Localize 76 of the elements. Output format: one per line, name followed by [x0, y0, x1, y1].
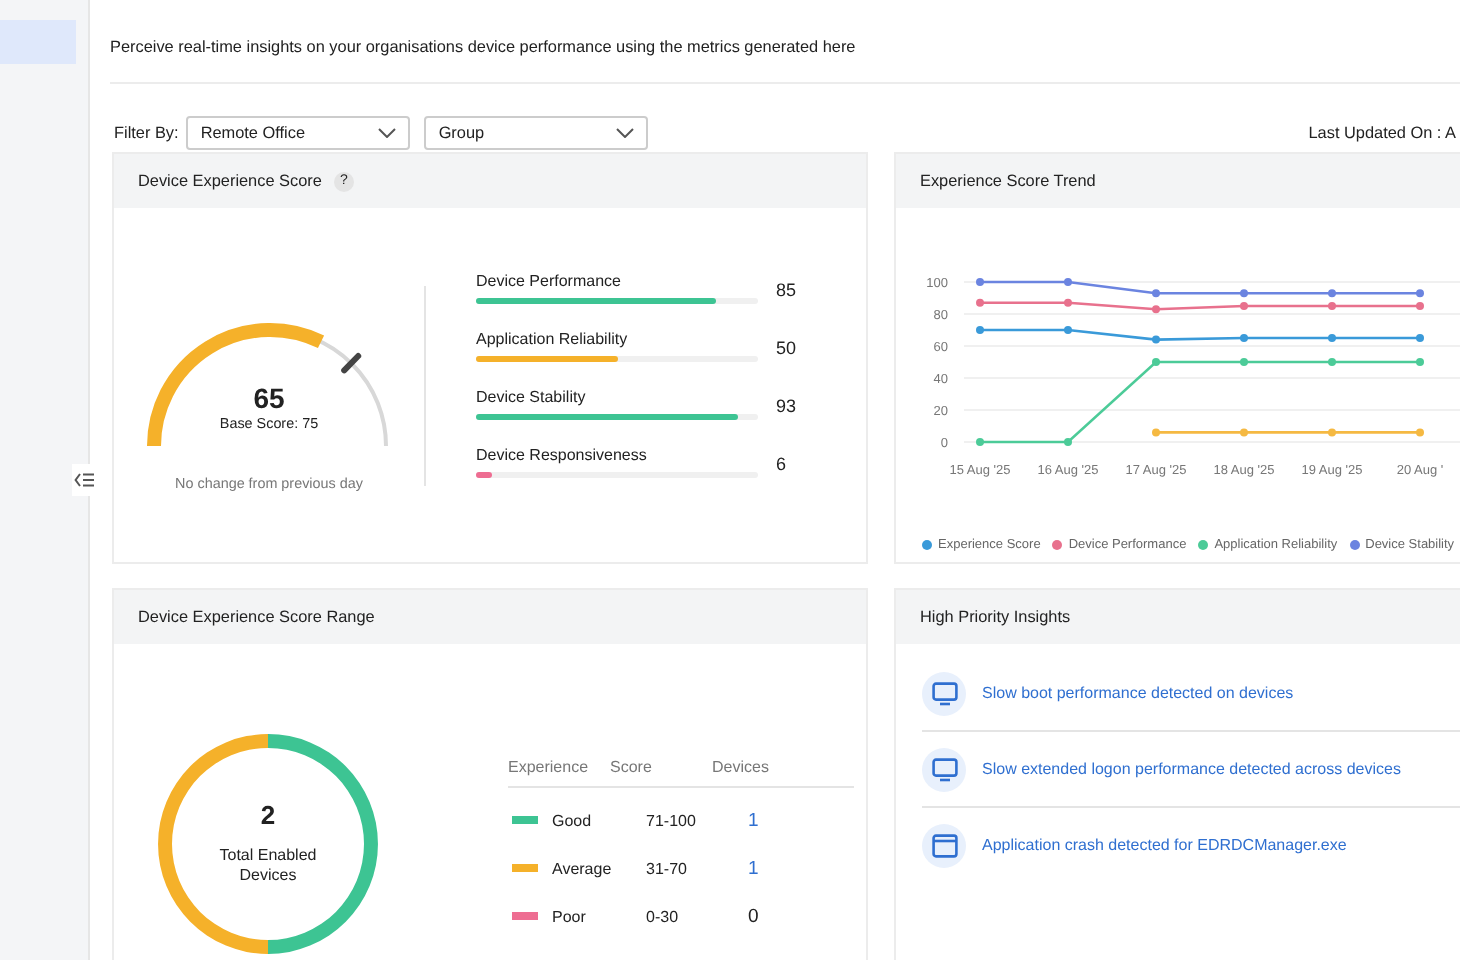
metric-value: 6	[776, 454, 787, 474]
window-icon	[922, 823, 966, 867]
point	[1416, 289, 1424, 298]
point	[1240, 334, 1248, 342]
legend-swatch	[512, 864, 538, 872]
dropdown-field[interactable]: Remote Office	[186, 116, 411, 150]
point	[1328, 289, 1336, 298]
last-updated-text: Last Updated On : A	[1308, 124, 1456, 142]
table-cell-text: 71-100	[646, 811, 698, 829]
metric-value: 50	[776, 338, 797, 358]
chevron-icon	[616, 128, 635, 138]
monitor-icon	[922, 747, 966, 791]
description-text: Perceive real-time insights on your organisations device performance using the metrics generated here	[110, 38, 858, 60]
legend-swatch	[512, 912, 538, 920]
total-count: 2	[260, 800, 276, 831]
point	[1240, 289, 1248, 298]
point	[1328, 428, 1336, 437]
metric-name: Device Responsiveness	[476, 446, 649, 464]
point	[1152, 428, 1160, 437]
point	[1064, 278, 1072, 286]
device-count-link[interactable]: 1	[748, 857, 850, 879]
table-cell-text: 0	[748, 905, 761, 927]
chevron-icon	[378, 128, 397, 138]
point	[1416, 302, 1424, 310]
column-header: Score	[610, 757, 654, 775]
point	[976, 298, 984, 307]
point	[976, 438, 984, 446]
monitor-icon	[922, 671, 966, 715]
legend-dot	[922, 540, 932, 550]
metric-name: Application Reliability	[476, 330, 630, 348]
point	[1416, 428, 1424, 437]
point	[1064, 298, 1072, 307]
gauge-value: 65	[253, 382, 285, 414]
legend-swatch	[512, 816, 538, 824]
point	[1240, 302, 1248, 310]
card-title: Experience Score Trend	[920, 172, 1096, 190]
point	[1064, 438, 1072, 446]
legend-dot	[1198, 540, 1209, 550]
point	[1416, 358, 1424, 366]
point	[1328, 302, 1336, 310]
point	[1328, 358, 1336, 366]
point	[1152, 335, 1160, 344]
dropdown-field[interactable]: Group	[424, 116, 649, 150]
insight-link[interactable]: Application crash detected for EDRDCManager.exe	[982, 836, 1347, 854]
point	[1240, 428, 1248, 437]
metric-name: Device Stability	[476, 388, 588, 406]
metric-value: 93	[776, 396, 797, 416]
device-count-link[interactable]: 1	[748, 809, 850, 831]
point	[1416, 334, 1424, 342]
filter-label: Filter By:	[114, 124, 179, 142]
table-cell-text: 31-70	[646, 859, 689, 877]
table-cell: Average	[552, 859, 612, 877]
total-label: Total Enabled Devices	[217, 846, 319, 886]
metric-value: 85	[776, 280, 797, 300]
legend-dot	[1349, 540, 1360, 550]
metric-name: Device Performance	[476, 272, 623, 290]
insight-link[interactable]: Slow extended logon performance detected across devices	[982, 760, 1401, 778]
insight-link[interactable]: Slow boot performance detected on devices	[982, 684, 1294, 702]
point	[976, 278, 984, 286]
collapse-icon[interactable]	[72, 464, 96, 496]
table-cell: Good	[552, 811, 592, 829]
point	[1152, 289, 1160, 298]
point	[1064, 326, 1072, 334]
card-title: Device Experience Score Range	[138, 608, 375, 626]
card-title: Device Experience Score	[138, 172, 322, 190]
legend-dot	[1052, 540, 1063, 550]
table-cell: Poor	[552, 907, 586, 925]
card-title: High Priority Insights	[920, 608, 1071, 626]
point	[1240, 358, 1248, 366]
point	[976, 326, 984, 334]
point	[1152, 305, 1160, 314]
point	[1152, 358, 1160, 366]
point	[1328, 334, 1336, 342]
table-cell-text: 0-30	[646, 907, 681, 925]
column-header: Devices	[712, 757, 771, 775]
column-header: Experience	[508, 757, 591, 775]
